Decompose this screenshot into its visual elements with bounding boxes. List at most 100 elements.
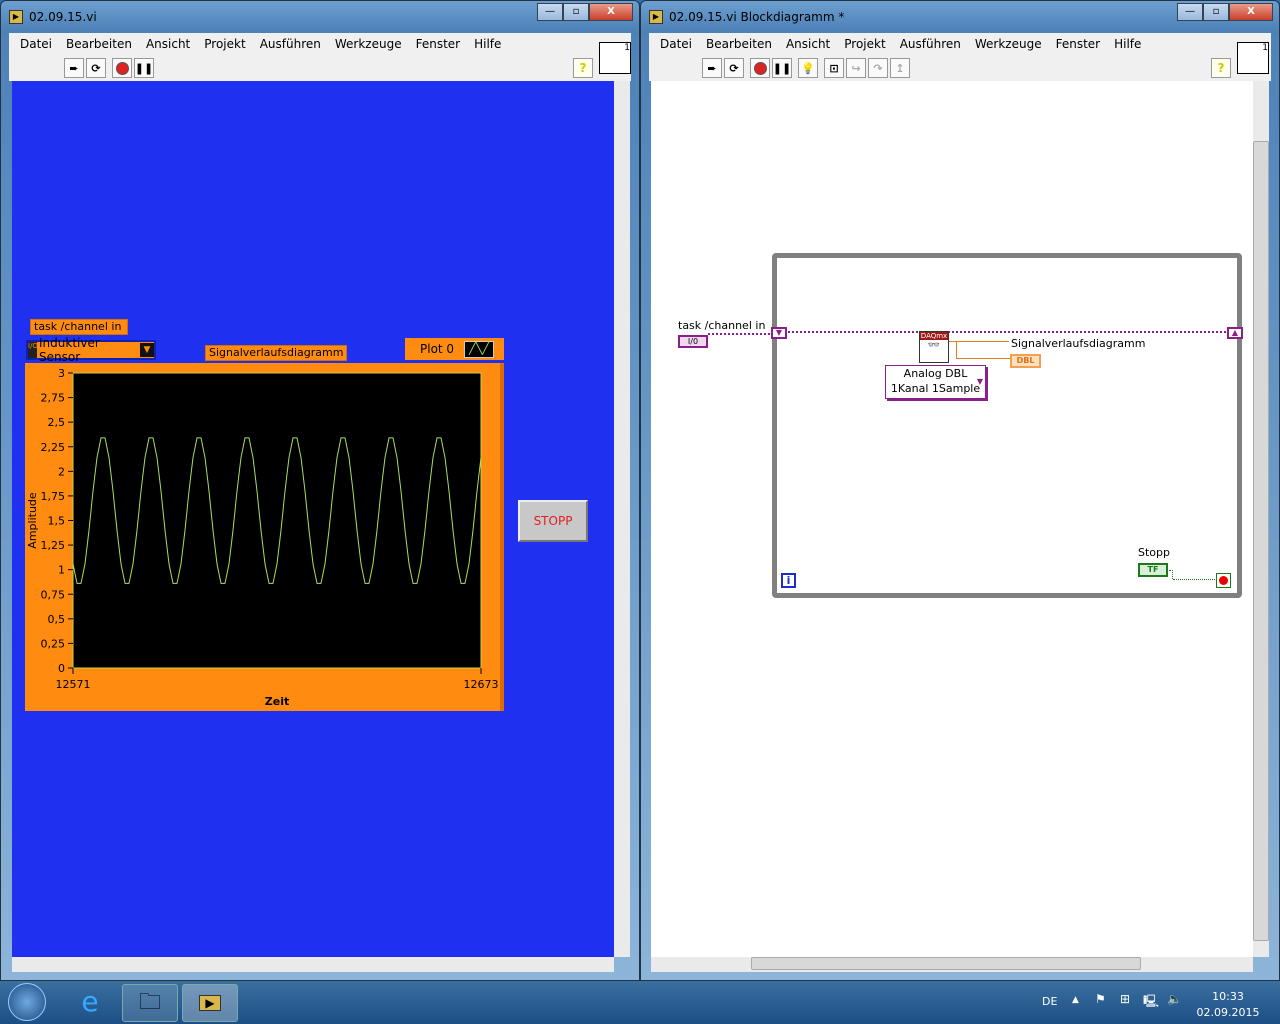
dropdown-arrow-icon[interactable]: ▼ (140, 343, 154, 357)
menu-ansicht[interactable]: Ansicht (779, 35, 837, 53)
labview-icon: ▶ (649, 10, 663, 24)
task-channel-label: task /channel in (30, 319, 128, 335)
pause-icon[interactable]: ❚❚ (134, 58, 154, 78)
menu-projekt[interactable]: Projekt (197, 35, 252, 53)
front-panel-canvas: task /channel in I/O Induktiver Sensor ▼… (12, 81, 614, 957)
start-button[interactable] (8, 983, 46, 1021)
stop-terminal-label: Stopp (1138, 546, 1170, 559)
x-tick-label: 12673 (464, 678, 499, 691)
y-tick-label: 2,25 (41, 441, 66, 454)
menu-hilfe[interactable]: Hilfe (1107, 35, 1148, 53)
menu-bearbeiten[interactable]: Bearbeiten (59, 35, 139, 53)
labview-taskbar-icon[interactable]: ▶ (182, 984, 238, 1022)
plot-legend[interactable]: Plot 0 ╱╲╱ (405, 338, 504, 360)
menu-werkzeuge[interactable]: Werkzeuge (328, 35, 409, 53)
taskbar: e 🗀 ▶ DE ▲ ⚑ ⊞ 🖳 🔈 10:33 02.09.2015 (0, 981, 1280, 1024)
menu-fenster[interactable]: Fenster (1049, 35, 1108, 53)
chart-terminal[interactable]: DBL (1010, 354, 1041, 368)
y-tick-label: 1,5 (48, 515, 66, 528)
bool-wire-2 (1173, 579, 1217, 580)
glasses-icon: 👓 (927, 340, 941, 351)
dropdown-arrow-icon: ▼ (976, 377, 983, 386)
internet-explorer-icon[interactable]: e (62, 984, 118, 1022)
shift-register-right[interactable]: ▲ (1227, 327, 1243, 339)
y-axis-label: Amplitude (26, 492, 39, 549)
task-channel-terminal-label: task /channel in (678, 319, 766, 332)
loop-condition-terminal[interactable] (1216, 573, 1231, 588)
window-controls: — ▫ X (537, 3, 633, 21)
vi-icon: 1 (599, 42, 631, 74)
read-mode-selector[interactable]: Analog DBL 1Kanal 1Sample ▼ (885, 365, 986, 399)
abort-icon[interactable] (112, 58, 132, 78)
chart-label: Signalverlaufsdiagramm (205, 345, 348, 361)
vertical-scrollbar[interactable] (1253, 81, 1269, 957)
clock[interactable]: 10:33 02.09.2015 (1196, 989, 1260, 1021)
menu-ansicht[interactable]: Ansicht (139, 35, 197, 53)
help-icon[interactable]: ? (1211, 58, 1231, 78)
menu-werkzeuge[interactable]: Werkzeuge (968, 35, 1049, 53)
y-tick-label: 2,5 (48, 416, 66, 429)
horizontal-scrollbar[interactable] (651, 957, 1253, 972)
run-arrow-icon[interactable]: ➨ (702, 58, 722, 78)
menubar: Datei Bearbeiten Ansicht Projekt Ausführ… (649, 33, 1271, 81)
windows-icon[interactable]: ⊞ (1120, 992, 1130, 1006)
menu-ausfuehren[interactable]: Ausführen (893, 35, 968, 53)
highlight-execution-icon[interactable]: 💡 (798, 58, 818, 78)
stop-button[interactable]: STOPP (518, 500, 588, 542)
action-center-flag-icon[interactable]: ⚑ (1095, 992, 1106, 1006)
menu-projekt[interactable]: Projekt (837, 35, 892, 53)
step-into-icon[interactable]: ↪ (846, 58, 866, 78)
y-tick-label: 1 (58, 564, 65, 577)
stop-terminal[interactable]: TF (1138, 563, 1168, 577)
pause-icon[interactable]: ❚❚ (772, 58, 792, 78)
menu-fenster[interactable]: Fenster (409, 35, 468, 53)
network-icon[interactable]: 🖳 (1143, 992, 1159, 1013)
y-tick-label: 0,5 (48, 613, 66, 626)
help-icon[interactable]: ? (573, 58, 593, 78)
menu-datei[interactable]: Datei (13, 35, 59, 53)
bool-wire (1169, 570, 1173, 579)
shift-register-left[interactable]: ▼ (771, 327, 787, 339)
run-arrow-icon[interactable]: ➨ (64, 58, 84, 78)
minimize-button[interactable]: — (537, 3, 563, 21)
data-wire-bend (956, 341, 1011, 359)
step-out-icon[interactable]: ↥ (890, 58, 910, 78)
volume-icon[interactable]: 🔈 (1167, 992, 1182, 1006)
retain-wire-values-icon[interactable]: ⊡ (824, 58, 844, 78)
run-continuously-icon[interactable]: ⟳ (724, 58, 744, 78)
menubar: Datei Bearbeiten Ansicht Projekt Ausführ… (9, 33, 631, 81)
close-button[interactable]: X (589, 3, 633, 21)
run-continuously-icon[interactable]: ⟳ (86, 58, 106, 78)
abort-icon[interactable] (750, 58, 770, 78)
daqmx-read-vi[interactable]: DAQmx 👓 (919, 331, 949, 363)
vi-icon: 1 (1237, 42, 1269, 74)
y-tick-label: 2,75 (41, 392, 66, 405)
waveform-chart: 0 0,25 0,5 0,75 1 1,25 1,5 1,75 2 2,25 2,5 2,75 3 125… (25, 363, 504, 711)
explorer-icon[interactable]: 🗀 (122, 984, 178, 1022)
stop-condition-icon (1219, 576, 1228, 585)
block-diagram-window: ▶ 02.09.15.vi Blockdiagramm * — ▫ X Date… (640, 0, 1280, 981)
menu-datei[interactable]: Datei (653, 35, 699, 53)
maximize-button[interactable]: ▫ (1203, 3, 1229, 21)
menu-bearbeiten[interactable]: Bearbeiten (699, 35, 779, 53)
language-indicator[interactable]: DE (1042, 995, 1057, 1008)
block-diagram-canvas: task /channel in I/0 ▼ ▲ DAQmx 👓 Analog … (651, 81, 1253, 957)
show-hidden-icons[interactable]: ▲ (1072, 995, 1079, 1005)
iteration-terminal: i (781, 573, 796, 588)
y-tick-label: 2 (58, 465, 65, 478)
vertical-scrollbar[interactable] (614, 81, 630, 957)
minimize-button[interactable]: — (1177, 3, 1203, 21)
y-tick-label: 0 (58, 662, 65, 675)
step-over-icon[interactable]: ↷ (868, 58, 888, 78)
horizontal-scrollbar[interactable] (12, 957, 614, 972)
menu-ausfuehren[interactable]: Ausführen (253, 35, 328, 53)
close-button[interactable]: X (1229, 3, 1273, 21)
maximize-button[interactable]: ▫ (563, 3, 589, 21)
task-channel-terminal[interactable]: I/0 (678, 335, 708, 348)
y-tick-label: 0,25 (41, 637, 66, 650)
menu-hilfe[interactable]: Hilfe (467, 35, 508, 53)
y-tick-label: 3 (58, 367, 65, 380)
window-controls: — ▫ X (1177, 3, 1273, 21)
while-loop[interactable] (772, 253, 1242, 598)
task-channel-selector[interactable]: I/O Induktiver Sensor ▼ (26, 336, 156, 364)
